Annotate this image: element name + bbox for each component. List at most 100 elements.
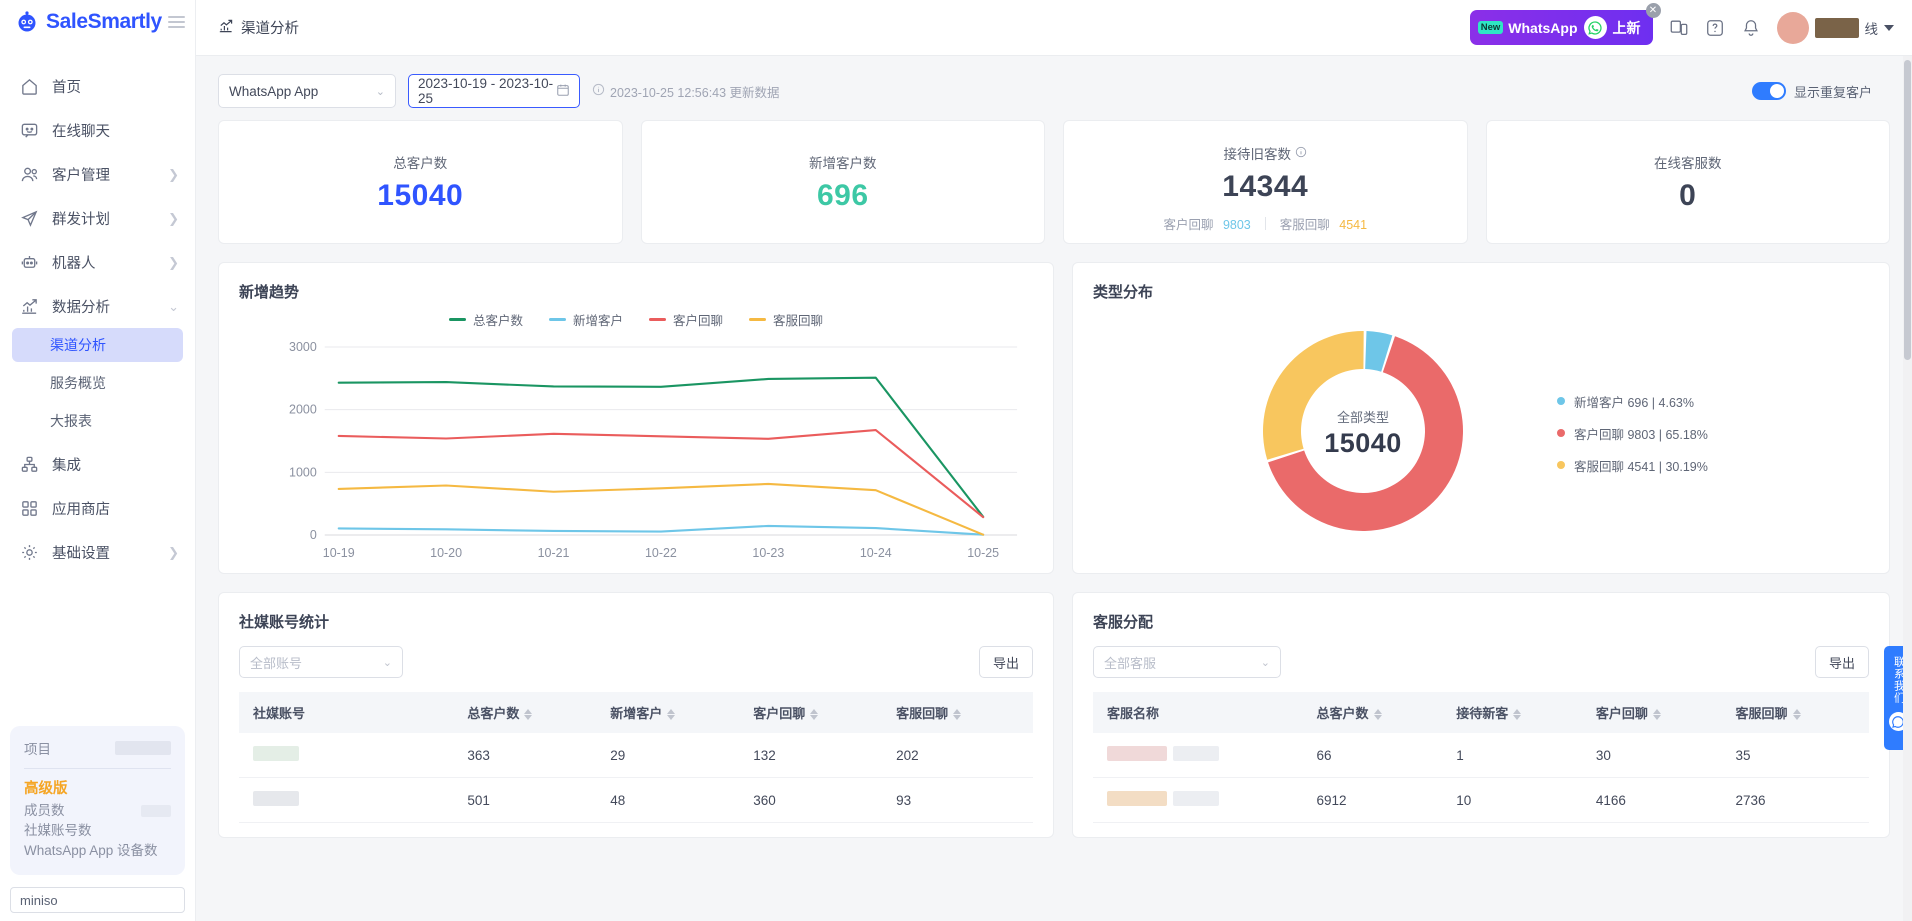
sidebar-item-settings[interactable]: 基础设置 ❯ (0, 530, 195, 574)
sub-stat-value: 9803 (1222, 218, 1251, 232)
sidebar-item-home[interactable]: 首页 (0, 64, 195, 108)
sidebar-item-chat[interactable]: 在线聊天 (0, 108, 195, 152)
sidebar-item-robot[interactable]: 机器人 ❯ (0, 240, 195, 284)
chevron-down-icon: ⌄ (1260, 656, 1270, 669)
cell-customer-reply: 360 (739, 777, 883, 823)
col-new[interactable]: 新增客户 (596, 692, 740, 733)
table-row[interactable]: 66 1 30 35 (1093, 733, 1869, 778)
sidebar-subitem-label: 大报表 (50, 413, 92, 429)
divider (24, 768, 171, 769)
tables-row: 社媒账号统计 全部账号 ⌄ 导出 社媒账号 总客户数 新增客户 客户回聊 客服回… (196, 574, 1912, 838)
sort-icon (667, 709, 676, 721)
table-row[interactable]: 6912 10 4166 2736 (1093, 777, 1869, 823)
legend-label: 客服回聊 (773, 314, 824, 328)
info-icon[interactable] (1295, 146, 1307, 161)
cell-agent-reply: 202 (882, 733, 1033, 778)
legend-item-agent-reply[interactable]: 客服回聊 (749, 310, 823, 329)
social-account-select[interactable]: 全部账号 ⌄ (239, 646, 403, 678)
send-icon (20, 209, 39, 228)
stat-value: 0 (1679, 178, 1697, 212)
cell-account (239, 733, 454, 778)
hamburger-icon[interactable] (167, 16, 185, 28)
legend-item-new[interactable]: 新增客户 (548, 310, 623, 329)
donut-legend-item-new[interactable]: 新增客户 696 | 4.63% (1557, 392, 1708, 411)
donut-legend-item-customer-reply[interactable]: 客户回聊 9803 | 65.18% (1557, 424, 1708, 443)
help-icon[interactable] (1705, 18, 1725, 38)
col-agent-reply[interactable]: 客服回聊 (1721, 692, 1869, 733)
charts-row: 新增趋势 总客户数 新增客户 客户回聊 客服回聊 0 1000 2000 3000 10… (196, 244, 1912, 574)
date-range-picker[interactable]: 2023-10-19 - 2023-10-25 (408, 74, 580, 108)
donut-legend-label: 客户回聊 9803 | 65.18% (1574, 427, 1708, 442)
sidebar-item-customers[interactable]: 客户管理 ❯ (0, 152, 195, 196)
donut-center-label: 全部类型 15040 (1259, 407, 1467, 459)
col-total[interactable]: 总客户数 (1302, 692, 1443, 733)
analytics-icon (20, 297, 39, 316)
close-icon[interactable]: ✕ (1645, 3, 1661, 18)
sidebar-item-analytics[interactable]: 数据分析 ⌄ (0, 284, 195, 328)
col-total[interactable]: 总客户数 (453, 692, 597, 733)
stat-cards-row: 总客户数 15040 新增客户数 696 接待旧客数 14344 客户回聊 98… (196, 120, 1912, 244)
table-row[interactable]: 363 29 132 202 (239, 733, 1033, 778)
agent-select-placeholder: 全部客服 (1104, 655, 1157, 671)
export-label: 导出 (992, 655, 1019, 671)
social-table: 社媒账号 总客户数 新增客户 客户回聊 客服回聊 363 29 132 202 … (239, 692, 1033, 823)
social-table-controls: 全部账号 ⌄ 导出 (219, 632, 1053, 678)
filter-bar: WhatsApp App ⌄ 2023-10-19 - 2023-10-25 2… (196, 56, 1912, 120)
apps-icon (20, 499, 39, 518)
sidebar-subitem-service-overview[interactable]: 服务概览 (12, 366, 183, 400)
sidebar-subitem-big-report[interactable]: 大报表 (12, 404, 183, 438)
sidebar: SaleSmartly 首页 在线聊天 客户管理 ❯ 群发计划 ❯ 机器人 ❯ … (0, 0, 196, 921)
cell-total: 363 (453, 733, 597, 778)
sidebar-item-label: 在线聊天 (52, 123, 110, 140)
social-export-button[interactable]: 导出 (979, 646, 1033, 678)
user-menu[interactable]: 线 (1776, 11, 1894, 44)
social-panel-title: 社媒账号统计 (239, 614, 330, 631)
col-new-served[interactable]: 接待新客 (1442, 692, 1582, 733)
sidebar-item-label: 群发计划 (52, 211, 110, 228)
svg-text:10-25: 10-25 (967, 546, 999, 560)
donut-legend-item-agent-reply[interactable]: 客服回聊 4541 | 30.19% (1557, 456, 1708, 475)
col-agent-reply[interactable]: 客服回聊 (882, 692, 1033, 733)
sidebar-item-app-store[interactable]: 应用商店 (0, 486, 195, 530)
trend-panel: 新增趋势 总客户数 新增客户 客户回聊 客服回聊 0 1000 2000 3000 10… (218, 262, 1054, 574)
cell-new: 48 (596, 777, 740, 823)
agent-export-button[interactable]: 导出 (1815, 646, 1869, 678)
sidebar-item-broadcast[interactable]: 群发计划 ❯ (0, 196, 195, 240)
sidebar-item-integration[interactable]: 集成 (0, 442, 195, 486)
stat-value: 15040 (377, 178, 464, 212)
col-customer-reply[interactable]: 客户回聊 (1581, 692, 1722, 733)
notification-icon[interactable] (1741, 18, 1761, 38)
integration-icon (20, 455, 39, 474)
agent-select[interactable]: 全部客服 ⌄ (1093, 646, 1281, 678)
legend-item-customer-reply[interactable]: 客户回聊 (649, 310, 723, 329)
svg-text:1000: 1000 (289, 465, 317, 479)
cell-total: 66 (1302, 733, 1443, 778)
sidebar-item-label: 数据分析 (52, 299, 110, 316)
plan-accounts-row: 社媒账号数 (24, 821, 171, 841)
plan-card: 项目 高级版 成员数 社媒账号数 WhatsApp App 设备数 (10, 726, 185, 875)
cell-agent-reply: 35 (1721, 733, 1869, 778)
plan-project-label: 项目 (24, 742, 51, 757)
stat-card-new-customers: 新增客户数 696 (640, 120, 1045, 244)
promo-text: WhatsApp (1508, 19, 1578, 36)
svg-text:10-21: 10-21 (538, 546, 570, 560)
col-customer-reply[interactable]: 客户回聊 (739, 692, 883, 733)
social-accounts-panel: 社媒账号统计 全部账号 ⌄ 导出 社媒账号 总客户数 新增客户 客户回聊 客服回… (218, 592, 1054, 838)
whatsapp-promo-banner[interactable]: New WhatsApp 上新 ✕ (1469, 3, 1661, 45)
legend-label: 总客户数 (472, 314, 523, 328)
duplicate-customers-toggle[interactable] (1751, 82, 1786, 100)
channel-select[interactable]: WhatsApp App ⌄ (218, 74, 396, 108)
update-note: 2023-10-25 12:56:43 更新数据 (592, 82, 780, 101)
legend-item-total[interactable]: 总客户数 (448, 310, 523, 329)
sidebar-subitem-channel-analysis[interactable]: 渠道分析 (12, 328, 183, 362)
donut-center-value: 15040 (1324, 428, 1402, 458)
robot-icon (20, 253, 39, 272)
scrollbar-thumb[interactable] (1904, 60, 1911, 360)
devices-icon[interactable] (1669, 18, 1689, 38)
promo-new-badge: New (1477, 21, 1504, 34)
cell-agent-name (1093, 777, 1303, 823)
table-row[interactable]: 501 48 360 93 (239, 777, 1033, 823)
sort-icon (1792, 709, 1801, 721)
gear-icon (20, 543, 39, 562)
project-input[interactable]: miniso (10, 887, 185, 913)
